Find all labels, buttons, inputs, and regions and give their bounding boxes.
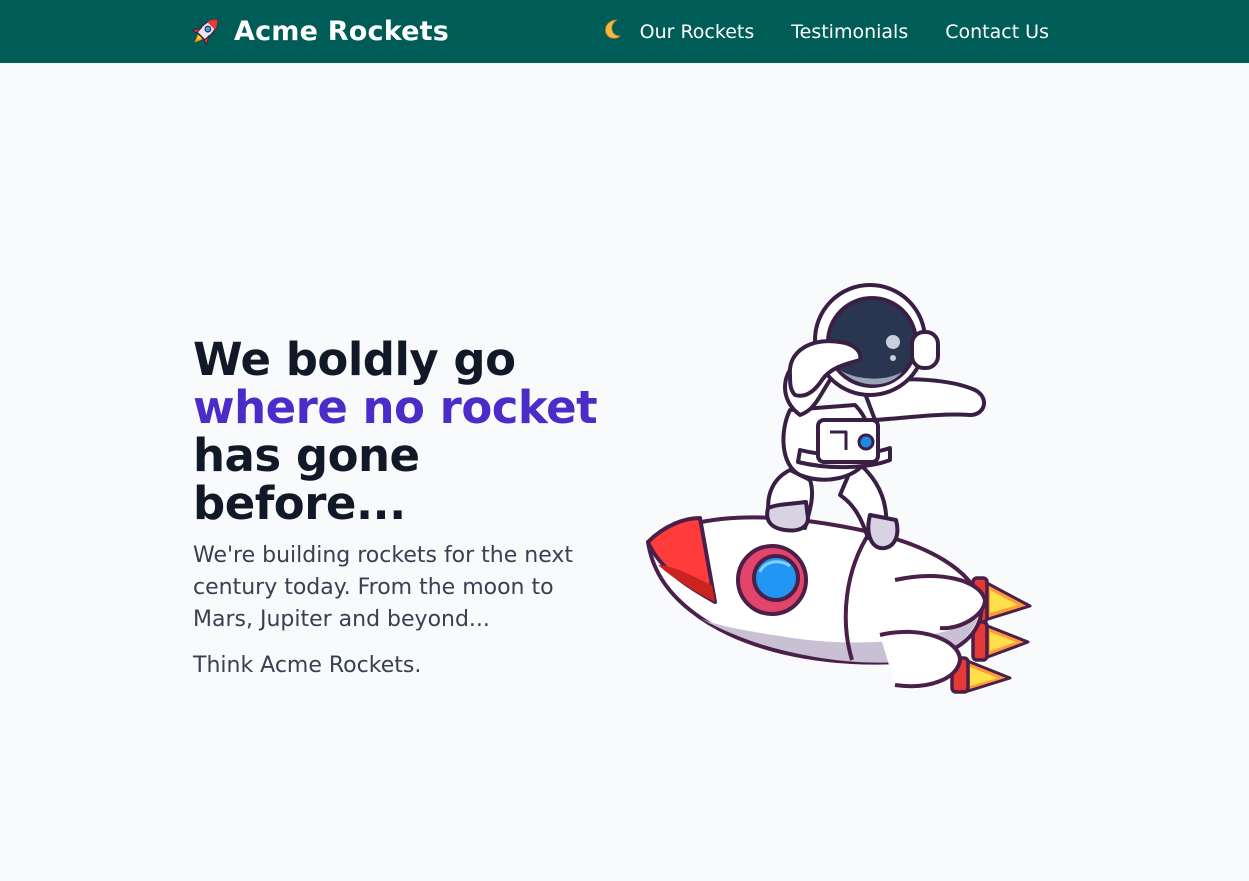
astronaut [765, 283, 986, 551]
brand-name: Acme Rockets [234, 15, 450, 47]
nav-link-our-rockets[interactable]: Our Rockets [640, 21, 755, 43]
theme-toggle-button[interactable] [600, 16, 626, 42]
hero-title-line-1: We boldly go [193, 333, 516, 386]
hero-title-line-2-accent: where no rocket [193, 381, 598, 434]
hero-title: We boldly go where no rocket has gone be… [193, 336, 633, 528]
hero-title-line-3: has gone before... [193, 429, 420, 530]
moon-icon [605, 19, 621, 39]
hero-section: We boldly go where no rocket has gone be… [193, 336, 633, 682]
navbar: Acme Rockets Our Rockets Testimonials Co… [0, 0, 1249, 63]
hero-description: We're building rockets for the next cent… [193, 543, 574, 632]
astronaut-on-rocket-illustration [646, 283, 1032, 694]
nav-link-contact-us[interactable]: Contact Us [945, 21, 1049, 43]
rocket-logo-icon [191, 18, 219, 46]
rocket-body [646, 515, 987, 689]
hero-tagline: Think Acme Rockets. [193, 653, 422, 678]
brand-link[interactable]: Acme Rockets [188, 13, 449, 49]
nav-links: Our Rockets Testimonials Contact Us [640, 0, 1049, 63]
nav-link-testimonials[interactable]: Testimonials [791, 21, 908, 43]
